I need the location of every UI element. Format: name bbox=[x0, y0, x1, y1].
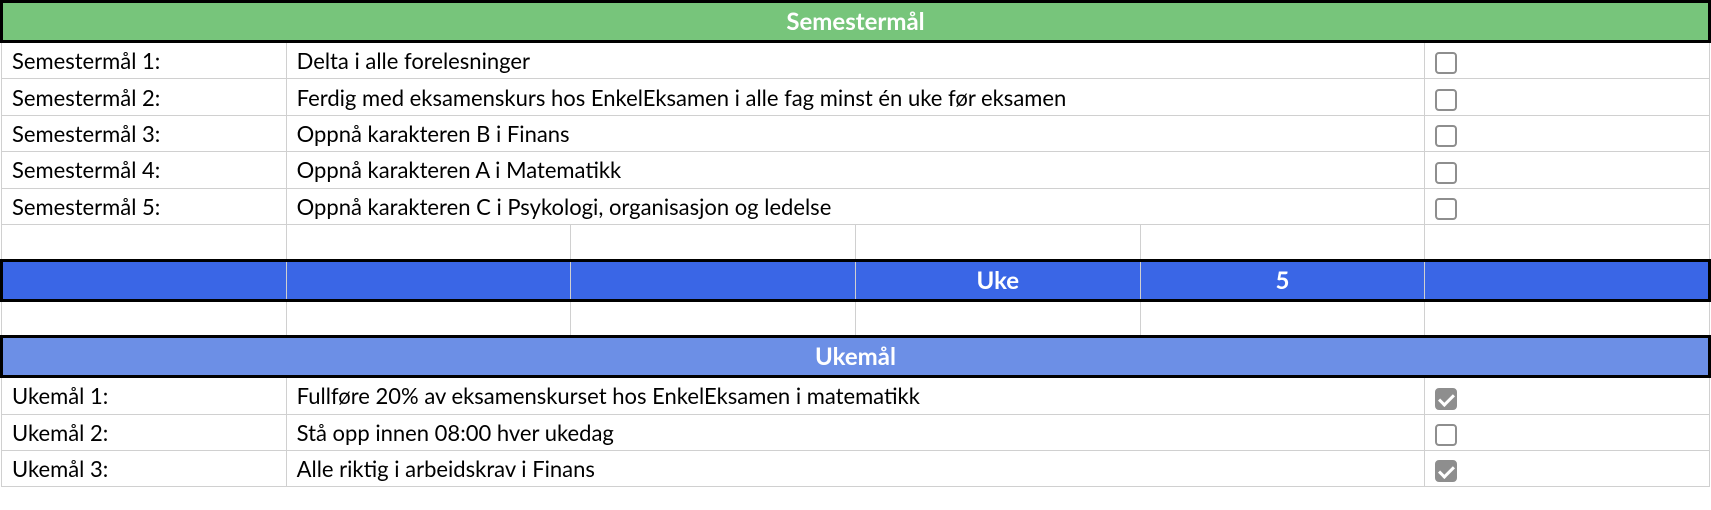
goal-desc: Alle riktig i arbeidskrav i Finans bbox=[286, 450, 1425, 486]
checkbox-icon[interactable] bbox=[1435, 460, 1457, 482]
table-row: Ukemål 2: Stå opp innen 08:00 hver ukeda… bbox=[2, 414, 1710, 450]
checkbox-icon[interactable] bbox=[1435, 89, 1457, 111]
goal-check-cell bbox=[1425, 79, 1710, 115]
goal-label: Semestermål 2: bbox=[2, 79, 287, 115]
goal-label: Ukemål 3: bbox=[2, 450, 287, 486]
table-row: Semestermål 1: Delta i alle forelesninge… bbox=[2, 42, 1710, 79]
checkbox-icon[interactable] bbox=[1435, 125, 1457, 147]
table-row: Ukemål 1: Fullføre 20% av eksamenskurset… bbox=[2, 377, 1710, 414]
uke-number: 5 bbox=[1140, 261, 1425, 301]
checkbox-icon[interactable] bbox=[1435, 424, 1457, 446]
empty-row bbox=[2, 225, 1710, 261]
table-row: Semestermål 3: Oppnå karakteren B i Fina… bbox=[2, 115, 1710, 151]
goal-label: Semestermål 5: bbox=[2, 188, 287, 224]
goal-desc: Oppnå karakteren B i Finans bbox=[286, 115, 1425, 151]
goal-check-cell bbox=[1425, 42, 1710, 79]
table-row: Semestermål 4: Oppnå karakteren A i Mate… bbox=[2, 152, 1710, 188]
checkbox-icon[interactable] bbox=[1435, 198, 1457, 220]
empty-row bbox=[2, 301, 1710, 337]
checkbox-icon[interactable] bbox=[1435, 52, 1457, 74]
planner-table: Semestermål Semestermål 1: Delta i alle … bbox=[0, 0, 1711, 487]
goal-check-cell bbox=[1425, 188, 1710, 224]
goal-check-cell bbox=[1425, 450, 1710, 486]
checkbox-icon[interactable] bbox=[1435, 388, 1457, 410]
goal-desc: Oppnå karakteren C i Psykologi, organisa… bbox=[286, 188, 1425, 224]
semestermaal-header: Semestermål bbox=[2, 2, 1710, 42]
goal-check-cell bbox=[1425, 115, 1710, 151]
goal-label: Ukemål 2: bbox=[2, 414, 287, 450]
table-row: Ukemål 3: Alle riktig i arbeidskrav i Fi… bbox=[2, 450, 1710, 486]
goal-check-cell bbox=[1425, 152, 1710, 188]
goal-desc: Ferdig med eksamenskurs hos EnkelEksamen… bbox=[286, 79, 1425, 115]
table-row: Semestermål 5: Oppnå karakteren C i Psyk… bbox=[2, 188, 1710, 224]
goal-label: Ukemål 1: bbox=[2, 377, 287, 414]
goal-desc: Oppnå karakteren A i Matematikk bbox=[286, 152, 1425, 188]
goal-desc: Delta i alle forelesninger bbox=[286, 42, 1425, 79]
checkbox-icon[interactable] bbox=[1435, 162, 1457, 184]
goal-label: Semestermål 3: bbox=[2, 115, 287, 151]
goal-label: Semestermål 4: bbox=[2, 152, 287, 188]
ukemaal-header: Ukemål bbox=[2, 337, 1710, 377]
uke-label: Uke bbox=[855, 261, 1140, 301]
goal-label: Semestermål 1: bbox=[2, 42, 287, 79]
goal-check-cell bbox=[1425, 377, 1710, 414]
table-row: Semestermål 2: Ferdig med eksamenskurs h… bbox=[2, 79, 1710, 115]
goal-desc: Fullføre 20% av eksamenskurset hos Enkel… bbox=[286, 377, 1425, 414]
uke-band: Uke 5 bbox=[2, 261, 1710, 301]
goal-check-cell bbox=[1425, 414, 1710, 450]
goal-desc: Stå opp innen 08:00 hver ukedag bbox=[286, 414, 1425, 450]
